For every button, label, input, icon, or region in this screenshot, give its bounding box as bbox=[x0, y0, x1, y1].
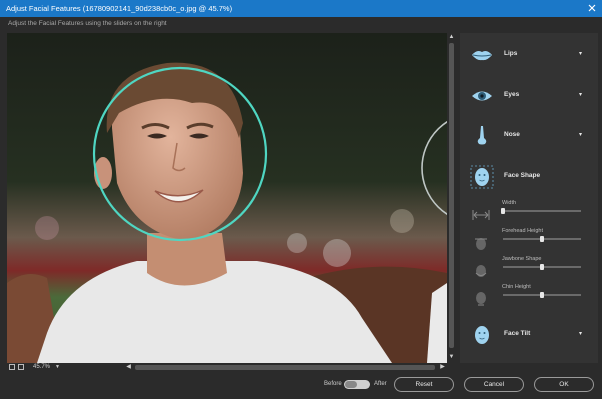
slider-width-label: Width bbox=[502, 200, 517, 206]
feature-lips-label: Lips bbox=[504, 50, 518, 57]
slider-width[interactable]: Width bbox=[460, 200, 598, 226]
chevron-down-icon[interactable]: ▾ bbox=[579, 330, 582, 337]
slider-forehead-height-track[interactable] bbox=[503, 236, 581, 242]
slider-chin-height-handle[interactable] bbox=[540, 292, 544, 298]
feature-nose-label: Nose bbox=[504, 131, 520, 138]
zoom-level[interactable]: 45.7% bbox=[33, 363, 50, 372]
slider-jawbone-shape-handle[interactable] bbox=[540, 264, 544, 270]
vertical-scrollbar[interactable]: ▲ ▼ bbox=[447, 33, 456, 363]
slider-width-handle[interactable] bbox=[501, 208, 505, 214]
face-shape-icon bbox=[470, 165, 494, 189]
slider-jawbone-shape-label: Jawbone Shape bbox=[502, 256, 542, 262]
scroll-up-icon[interactable]: ▲ bbox=[448, 34, 455, 41]
actual-size-icon[interactable] bbox=[18, 364, 24, 370]
forehead-icon bbox=[475, 238, 487, 250]
cancel-button[interactable]: Cancel bbox=[464, 377, 524, 392]
feature-nose[interactable]: Nose ▾ bbox=[460, 122, 598, 150]
photo-canvas[interactable] bbox=[7, 33, 447, 363]
instruction-text: Adjust the Facial Features using the sli… bbox=[8, 20, 167, 27]
scroll-down-icon[interactable]: ▼ bbox=[448, 354, 455, 361]
slider-chin-height-label: Chin Height bbox=[502, 284, 531, 290]
reset-button[interactable]: Reset bbox=[394, 377, 454, 392]
nose-icon bbox=[477, 126, 487, 145]
chevron-down-icon[interactable]: ▾ bbox=[579, 131, 582, 138]
chevron-down-icon[interactable]: ▾ bbox=[579, 50, 582, 57]
feature-lips[interactable]: Lips ▾ bbox=[460, 41, 598, 69]
face-tilt-icon bbox=[475, 326, 489, 344]
slider-chin-height[interactable]: Chin Height bbox=[460, 284, 598, 310]
before-label: Before bbox=[324, 381, 342, 387]
feature-face-shape[interactable]: Face Shape bbox=[460, 163, 598, 191]
portrait-photo bbox=[7, 33, 447, 363]
before-after-toggle[interactable] bbox=[344, 380, 370, 389]
horizontal-scroll-thumb[interactable] bbox=[135, 365, 435, 370]
chevron-down-icon[interactable]: ▾ bbox=[579, 91, 582, 98]
jawbone-icon bbox=[475, 265, 487, 277]
width-icon bbox=[472, 210, 490, 220]
feature-face-shape-label: Face Shape bbox=[504, 172, 541, 179]
slider-forehead-height[interactable]: Forehead Height bbox=[460, 228, 598, 254]
canvas-footer: 45.7% ▼ ◀ ▶ bbox=[7, 363, 456, 373]
slider-chin-height-track[interactable] bbox=[503, 292, 581, 298]
slider-width-track[interactable] bbox=[501, 208, 581, 214]
fit-screen-icon[interactable] bbox=[9, 364, 15, 370]
slider-forehead-height-handle[interactable] bbox=[540, 236, 544, 242]
feature-face-tilt-label: Face Tilt bbox=[504, 330, 531, 337]
window-title: Adjust Facial Features (16780902141_90d2… bbox=[6, 4, 233, 13]
slider-jawbone-shape[interactable]: Jawbone Shape bbox=[460, 256, 598, 282]
close-icon[interactable] bbox=[586, 2, 598, 14]
eye-icon bbox=[472, 91, 492, 101]
lips-icon bbox=[472, 51, 492, 61]
ok-button[interactable]: OK bbox=[534, 377, 594, 392]
horizontal-scrollbar[interactable]: ◀ ▶ bbox=[125, 364, 447, 371]
slider-forehead-height-label: Forehead Height bbox=[502, 228, 543, 234]
scroll-left-icon[interactable]: ◀ bbox=[125, 364, 132, 371]
window-title-bar: Adjust Facial Features (16780902141_90d2… bbox=[0, 0, 602, 17]
vertical-scroll-thumb[interactable] bbox=[449, 43, 454, 348]
scroll-right-icon[interactable]: ▶ bbox=[439, 364, 446, 371]
feature-face-tilt[interactable]: Face Tilt ▾ bbox=[460, 321, 598, 349]
slider-jawbone-shape-track[interactable] bbox=[503, 264, 581, 270]
after-label: After bbox=[374, 381, 387, 387]
zoom-dropdown-icon[interactable]: ▼ bbox=[55, 363, 60, 372]
chin-icon bbox=[476, 292, 486, 306]
features-panel: Lips ▾ Eyes ▾ Nose ▾ Face Shape Width Fo… bbox=[460, 33, 598, 363]
feature-eyes-label: Eyes bbox=[504, 91, 520, 98]
dialog-footer: Before After Reset Cancel OK bbox=[0, 373, 602, 399]
feature-eyes[interactable]: Eyes ▾ bbox=[460, 82, 598, 110]
